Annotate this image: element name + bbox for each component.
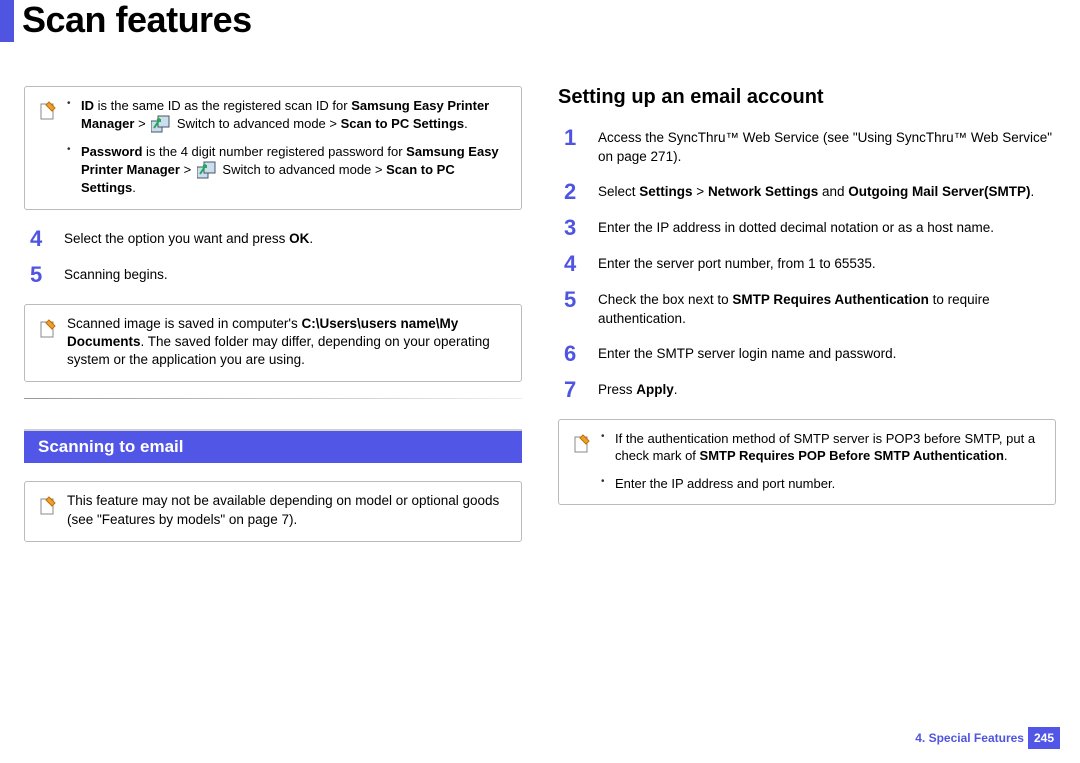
- text-run: .: [674, 382, 678, 397]
- text-run: Select the option you want and press: [64, 231, 289, 246]
- note-bullet: Password is the 4 digit number registere…: [67, 143, 507, 197]
- content-columns: ID is the same ID as the registered scan…: [0, 50, 1080, 558]
- text-run: Enter the server port number, from 1 to …: [598, 256, 876, 271]
- text-run: .: [464, 116, 468, 131]
- step-text: Enter the server port number, from 1 to …: [598, 253, 1056, 274]
- step-text: Enter the SMTP server login name and pas…: [598, 343, 1056, 364]
- numbered-step: 7 Press Apply.: [564, 379, 1056, 401]
- step-number: 6: [564, 343, 584, 365]
- text-run: >: [180, 162, 195, 177]
- note-content: If the authentication method of SMTP ser…: [601, 430, 1041, 493]
- text-run: Switch to advanced mode >: [173, 116, 340, 131]
- step-number: 5: [564, 289, 584, 311]
- step-text: Enter the IP address in dotted decimal n…: [598, 217, 1056, 238]
- section-heading-scanning-to-email: Scanning to email: [24, 429, 522, 463]
- numbered-step: 5 Check the box next to SMTP Requires Aut…: [564, 289, 1056, 329]
- note-box-feature-availability: This feature may not be available depend…: [24, 481, 522, 541]
- advanced-mode-icon: [151, 115, 171, 133]
- text-run: Access the SyncThru™ Web Service (see "U…: [598, 130, 1052, 164]
- numbered-step: 5 Scanning begins.: [30, 264, 522, 286]
- text-run: and: [818, 184, 848, 199]
- step-number: 5: [30, 264, 50, 286]
- text-run: .: [309, 231, 313, 246]
- note-bullet: If the authentication method of SMTP ser…: [601, 430, 1041, 465]
- text-run: Settings: [639, 184, 692, 199]
- step-number: 4: [564, 253, 584, 275]
- numbered-step: 1 Access the SyncThru™ Web Service (see "…: [564, 127, 1056, 167]
- text-run: This feature may not be available depend…: [67, 493, 499, 526]
- num-list-left: 4 Select the option you want and press OK…: [30, 228, 522, 286]
- text-run: OK: [289, 231, 309, 246]
- text-run: Apply: [636, 382, 674, 397]
- step-text: Select the option you want and press OK.: [64, 228, 522, 249]
- step-text: Check the box next to SMTP Requires Auth…: [598, 289, 1056, 329]
- advanced-mode-icon: [197, 161, 217, 179]
- note-box-id-password: ID is the same ID as the registered scan…: [24, 86, 522, 210]
- text-run: >: [693, 184, 708, 199]
- note-icon: [573, 434, 591, 454]
- note-icon: [39, 319, 57, 339]
- text-run: Outgoing Mail Server(SMTP): [848, 184, 1030, 199]
- step-text: Press Apply.: [598, 379, 1056, 400]
- numbered-step: 4 Enter the server port number, from 1 to…: [564, 253, 1056, 275]
- step-number: 7: [564, 379, 584, 401]
- step-text: Scanning begins.: [64, 264, 522, 285]
- note-box-save-path: Scanned image is saved in computer's C:\…: [24, 304, 522, 383]
- num-list-right: 1 Access the SyncThru™ Web Service (see "…: [564, 127, 1056, 401]
- text-run: Enter the IP address in dotted decimal n…: [598, 220, 994, 235]
- step-number: 1: [564, 127, 584, 149]
- numbered-step: 4 Select the option you want and press OK…: [30, 228, 522, 250]
- text-run: .: [132, 180, 136, 195]
- text-run: SMTP Requires POP Before SMTP Authentica…: [700, 448, 1004, 463]
- step-number: 2: [564, 181, 584, 203]
- step-text: Select Settings > Network Settings and O…: [598, 181, 1056, 202]
- section-divider: [24, 398, 522, 399]
- numbered-step: 6 Enter the SMTP server login name and pa…: [564, 343, 1056, 365]
- text-run: Scanned image is saved in computer's: [67, 316, 301, 331]
- numbered-step: 3 Enter the IP address in dotted decimal …: [564, 217, 1056, 239]
- step-text: Access the SyncThru™ Web Service (see "U…: [598, 127, 1056, 167]
- note-content: Scanned image is saved in computer's C:\…: [67, 315, 507, 370]
- text-run: Switch to advanced mode >: [219, 162, 386, 177]
- text-run: .: [1004, 448, 1008, 463]
- note-bullet: Enter the IP address and port number.: [601, 475, 1041, 493]
- footer-chapter: 4. Special Features: [915, 731, 1024, 745]
- text-run: Press: [598, 382, 636, 397]
- text-run: Select: [598, 184, 639, 199]
- text-run: Network Settings: [708, 184, 818, 199]
- page-title: Scan features: [22, 2, 252, 38]
- note-box-smtp-pop3: If the authentication method of SMTP ser…: [558, 419, 1056, 506]
- note-content: ID is the same ID as the registered scan…: [67, 97, 507, 197]
- text-run: Scan to PC Settings: [341, 116, 465, 131]
- text-run: >: [134, 116, 149, 131]
- text-run: Scanning begins.: [64, 267, 168, 282]
- text-run: Check the box next to: [598, 292, 732, 307]
- step-number: 4: [30, 228, 50, 250]
- note-icon: [39, 101, 57, 121]
- text-run: is the 4 digit number registered passwor…: [142, 144, 406, 159]
- text-run: Enter the SMTP server login name and pas…: [598, 346, 896, 361]
- title-accent-block: [0, 0, 14, 42]
- text-run: is the same ID as the registered scan ID…: [94, 98, 351, 113]
- left-column: ID is the same ID as the registered scan…: [24, 86, 522, 558]
- note-icon: [39, 496, 57, 516]
- step-number: 3: [564, 217, 584, 239]
- note-bullet: ID is the same ID as the registered scan…: [67, 97, 507, 133]
- text-run: .: [1031, 184, 1035, 199]
- page-footer: 4. Special Features 245: [915, 727, 1060, 749]
- right-column: Setting up an email account 1 Access the …: [558, 86, 1056, 558]
- text-run: Enter the IP address and port number.: [615, 476, 835, 491]
- text-run: ID: [81, 98, 94, 113]
- text-run: SMTP Requires Authentication: [732, 292, 929, 307]
- note-content: This feature may not be available depend…: [67, 492, 507, 528]
- numbered-step: 2 Select Settings > Network Settings and …: [564, 181, 1056, 203]
- footer-page-number: 245: [1028, 727, 1060, 749]
- text-run: Password: [81, 144, 142, 159]
- subheading-setting-up-email: Setting up an email account: [558, 86, 1056, 109]
